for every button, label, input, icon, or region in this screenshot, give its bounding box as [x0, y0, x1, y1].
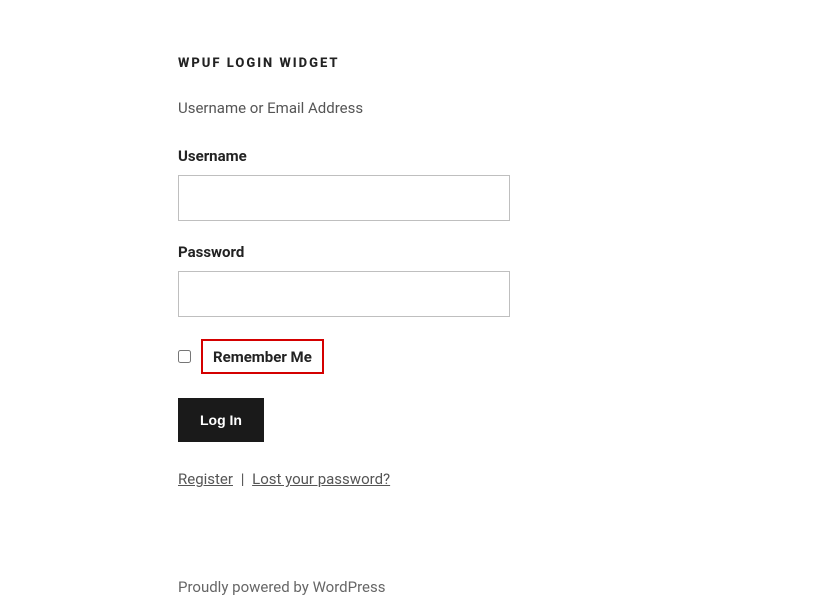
links-row: Register | Lost your password?: [178, 470, 835, 488]
remember-label: Remember Me: [213, 348, 312, 366]
widget-subtitle: Username or Email Address: [178, 99, 835, 117]
remember-row: Remember Me: [178, 339, 835, 374]
password-field-group: Password: [178, 243, 835, 317]
links-separator: |: [241, 470, 245, 488]
password-input[interactable]: [178, 271, 510, 317]
username-label: Username: [178, 147, 835, 165]
username-input[interactable]: [178, 175, 510, 221]
password-label: Password: [178, 243, 835, 261]
username-field-group: Username: [178, 147, 835, 221]
footer-text: Proudly powered by WordPress: [178, 578, 835, 596]
login-widget: WPUF LOGIN WIDGET Username or Email Addr…: [178, 56, 835, 596]
login-button[interactable]: Log In: [178, 398, 264, 442]
remember-highlight: Remember Me: [201, 339, 324, 374]
widget-title: WPUF LOGIN WIDGET: [178, 56, 835, 71]
remember-checkbox[interactable]: [178, 350, 191, 363]
register-link[interactable]: Register: [178, 470, 233, 488]
lost-password-link[interactable]: Lost your password?: [252, 470, 390, 488]
